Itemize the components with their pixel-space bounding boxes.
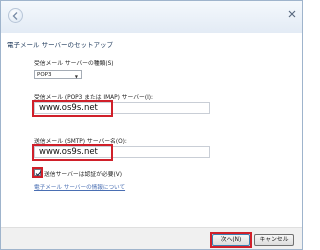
next-highlight-box xyxy=(210,232,252,248)
outgoing-server-value: www.os9s.net xyxy=(39,147,98,157)
cancel-button[interactable]: キャンセル xyxy=(254,234,294,246)
server-type-select[interactable]: POP3 ▼ xyxy=(34,70,82,79)
chevron-down-icon: ▼ xyxy=(74,74,78,79)
server-type-label: 受信メール サーバーの種類(S) xyxy=(34,61,114,67)
close-icon xyxy=(288,10,296,18)
auth-label: 送信サーバーは認証が必要(V) xyxy=(44,172,122,178)
back-arrow-icon xyxy=(12,12,18,20)
page-title: 電子メール サーバーのセットアップ xyxy=(7,41,114,49)
incoming-server-value: www.os9s.net xyxy=(39,103,98,113)
back-button[interactable] xyxy=(8,8,23,23)
server-type-value: POP3 xyxy=(37,72,52,78)
checkbox-highlight-box xyxy=(32,167,43,178)
title-bar xyxy=(1,1,302,33)
server-info-link[interactable]: 電子メール サーバーの情報について xyxy=(34,183,125,191)
close-button[interactable] xyxy=(287,4,297,18)
setup-dialog: 電子メール サーバーのセットアップ 受信メール サーバーの種類(S) POP3 … xyxy=(0,0,303,250)
